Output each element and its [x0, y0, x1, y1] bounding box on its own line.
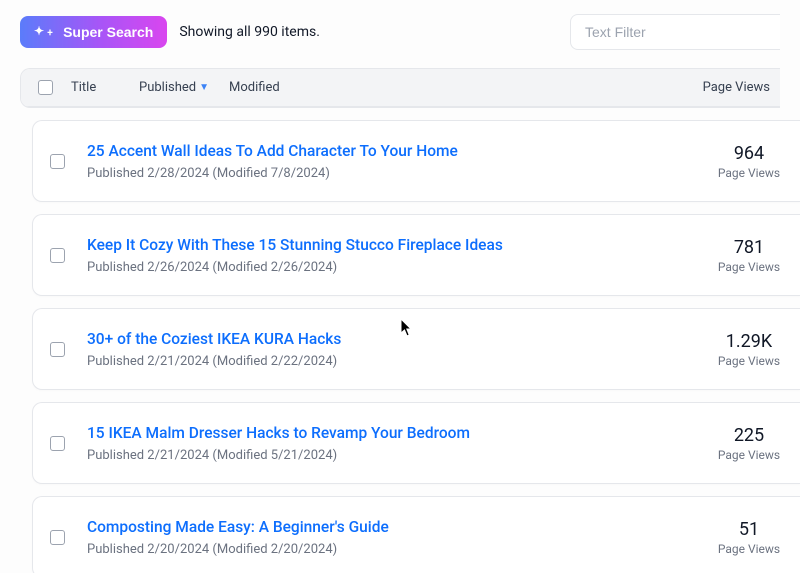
row-meta-text: Published 2/20/2024 (Modified 2/20/2024)	[87, 542, 704, 557]
row-views-label: Page Views	[704, 260, 794, 274]
table-row: Composting Made Easy: A Beginner's Guide…	[32, 496, 800, 573]
row-meta-text: Published 2/21/2024 (Modified 5/21/2024)	[87, 448, 704, 463]
table-header-row: Title Published ▼ Modified Page Views	[21, 69, 780, 107]
row-views-number: 51	[704, 519, 794, 540]
select-all-checkbox[interactable]	[38, 80, 53, 95]
column-header-published-label: Published	[139, 80, 196, 95]
row-views-number: 781	[704, 237, 794, 258]
row-checkbox[interactable]	[50, 436, 65, 451]
row-title-link[interactable]: 15 IKEA Malm Dresser Hacks to Revamp You…	[87, 424, 704, 442]
row-views-label: Page Views	[704, 542, 794, 556]
column-header-title[interactable]: Title	[69, 80, 139, 95]
table-row: 15 IKEA Malm Dresser Hacks to Revamp You…	[32, 402, 800, 484]
row-checkbox[interactable]	[50, 530, 65, 545]
row-title-link[interactable]: Keep It Cozy With These 15 Stunning Stuc…	[87, 236, 704, 254]
table-row: Keep It Cozy With These 15 Stunning Stuc…	[32, 214, 800, 296]
column-header-modified[interactable]: Modified	[229, 80, 309, 95]
super-search-button[interactable]: ✦﹢ Super Search	[20, 16, 167, 48]
row-title-link[interactable]: Composting Made Easy: A Beginner's Guide	[87, 518, 704, 536]
items-table: Title Published ▼ Modified Page Views	[20, 68, 780, 108]
showing-count-text: Showing all 990 items.	[179, 24, 320, 40]
row-meta-text: Published 2/28/2024 (Modified 7/8/2024)	[87, 166, 704, 181]
row-title-link[interactable]: 30+ of the Coziest IKEA KURA Hacks	[87, 330, 704, 348]
row-checkbox[interactable]	[50, 342, 65, 357]
row-page-views: 964 Page Views	[704, 143, 800, 180]
row-views-number: 1.29K	[704, 331, 794, 352]
row-page-views: 1.29K Page Views	[704, 331, 800, 368]
row-page-views: 51 Page Views	[704, 519, 800, 556]
sparkle-icon: ✦﹢	[34, 25, 56, 37]
row-meta-text: Published 2/26/2024 (Modified 2/26/2024)	[87, 260, 704, 275]
row-views-label: Page Views	[704, 166, 794, 180]
row-checkbox[interactable]	[50, 248, 65, 263]
row-views-label: Page Views	[704, 448, 794, 462]
row-views-number: 964	[704, 143, 794, 164]
items-list: 25 Accent Wall Ideas To Add Character To…	[0, 108, 800, 573]
text-filter-input[interactable]	[570, 14, 780, 50]
row-title-link[interactable]: 25 Accent Wall Ideas To Add Character To…	[87, 142, 704, 160]
row-meta-text: Published 2/21/2024 (Modified 2/22/2024)	[87, 354, 704, 369]
top-bar: ✦﹢ Super Search Showing all 990 items.	[0, 0, 800, 68]
row-views-label: Page Views	[704, 354, 794, 368]
row-page-views: 781 Page Views	[704, 237, 800, 274]
table-row: 25 Accent Wall Ideas To Add Character To…	[32, 120, 800, 202]
sort-desc-icon: ▼	[199, 82, 209, 93]
super-search-label: Super Search	[63, 24, 153, 40]
column-header-published[interactable]: Published ▼	[139, 80, 229, 95]
row-page-views: 225 Page Views	[704, 425, 800, 462]
row-views-number: 225	[704, 425, 794, 446]
row-checkbox[interactable]	[50, 154, 65, 169]
column-header-page-views[interactable]: Page Views	[694, 80, 780, 95]
table-row: 30+ of the Coziest IKEA KURA Hacks Publi…	[32, 308, 800, 390]
